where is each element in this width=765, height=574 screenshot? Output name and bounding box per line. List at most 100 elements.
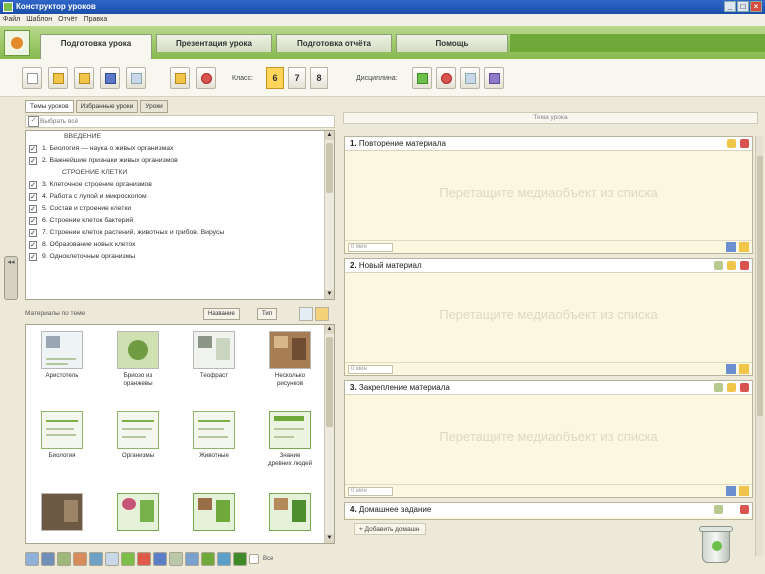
filter-tests-icon[interactable] [137, 552, 151, 566]
discipline-zoology-button[interactable] [436, 67, 456, 89]
scroll-up-icon[interactable]: ▲ [325, 131, 334, 140]
filter-sound-icon[interactable] [105, 552, 119, 566]
topic-item[interactable]: ✓ 6. Строение клеток бактерий [26, 215, 334, 227]
scroll-thumb[interactable] [326, 143, 333, 193]
view-thumbnails-icon[interactable] [315, 307, 329, 321]
new-lesson-button[interactable] [22, 67, 42, 89]
lesson-block-reinforcement[interactable]: 3. Закрепление материала Перетащите меди… [344, 380, 753, 498]
topic-item[interactable]: ✓ 3. Клеточное строение организмов [26, 179, 334, 191]
block-time-field[interactable]: 0 мин [348, 243, 393, 252]
panel-collapse-handle[interactable]: ◂◂ [4, 256, 18, 300]
filter-interactive-icon[interactable] [185, 552, 199, 566]
lesson-block-new-material[interactable]: 2. Новый материал Перетащите медиаобъект… [344, 258, 753, 376]
lesson-block-homework[interactable]: 4. Домашнее задание [344, 502, 753, 520]
topic-item[interactable]: ✓ 5. Состав и строение клетки [26, 203, 334, 215]
block-lock-icon[interactable] [727, 139, 736, 148]
material-item[interactable]: Аристотель [30, 331, 94, 380]
block-up-icon[interactable] [714, 261, 723, 270]
discipline-anatomy-button[interactable] [484, 67, 504, 89]
discipline-biology-button[interactable] [412, 67, 432, 89]
topic-item[interactable]: ✓ 2. Важнейшие признаки живых организмов [26, 155, 334, 167]
select-all-checkbox[interactable]: Выбрать всё [25, 115, 335, 128]
export-button[interactable] [170, 67, 190, 89]
filter-images-icon[interactable] [25, 552, 39, 566]
menu-file[interactable]: Файл [3, 14, 20, 26]
add-homework-button[interactable]: + Добавить домашн [354, 523, 427, 535]
topic-checkbox[interactable]: ✓ [29, 181, 37, 189]
material-item[interactable] [30, 493, 94, 534]
discipline-microbiology-button[interactable] [460, 67, 480, 89]
block-folder-icon[interactable] [739, 486, 749, 496]
print-button[interactable] [196, 67, 216, 89]
block-sound-icon[interactable] [726, 364, 736, 374]
block-time-field[interactable]: 0 мин [348, 487, 393, 496]
material-item[interactable] [106, 493, 170, 534]
view-list-icon[interactable] [299, 307, 313, 321]
maximize-button[interactable]: □ [737, 1, 749, 12]
material-item[interactable]: Организмы [106, 411, 170, 460]
save-as-button[interactable] [126, 67, 146, 89]
material-item[interactable]: Теофраст [182, 331, 246, 380]
grade-6-button[interactable]: 6 [266, 67, 284, 89]
topic-list-scrollbar[interactable]: ▲ ▼ [324, 131, 334, 299]
menu-report[interactable]: Отчёт [58, 14, 77, 26]
block-up-icon[interactable] [714, 383, 723, 392]
tab-lesson-presentation[interactable]: Презентация урока [156, 34, 272, 52]
filter-lab-icon[interactable] [233, 552, 247, 566]
block-time-field[interactable]: 0 мин [348, 365, 393, 374]
topic-item[interactable]: ✓ 1. Биология — наука о живых организмах [26, 143, 334, 155]
scroll-thumb[interactable] [757, 156, 763, 416]
topic-checkbox[interactable]: ✓ [29, 145, 37, 153]
topic-item[interactable]: ✓ 7. Строение клеток растений, животных и… [26, 227, 334, 239]
all-filter-checkbox[interactable] [249, 554, 259, 564]
filter-photos-icon[interactable] [57, 552, 71, 566]
sort-by-type-button[interactable]: Тип [257, 308, 278, 320]
material-item[interactable]: Бриозо из оранжевы [106, 331, 170, 388]
topic-item[interactable]: ✓ 4. Работа с лупой и микроскопом [26, 191, 334, 203]
topic-checkbox[interactable]: ✓ [29, 157, 37, 165]
import-button[interactable] [74, 67, 94, 89]
filter-plus-icon[interactable] [217, 552, 231, 566]
scroll-thumb[interactable] [326, 337, 333, 427]
tab-report-prep[interactable]: Подготовка отчёта [276, 34, 392, 52]
material-item[interactable]: Биология [30, 411, 94, 460]
material-item[interactable] [258, 493, 322, 534]
tab-lesson-prep[interactable]: Подготовка урока [40, 34, 152, 59]
subtab-lesson-topics[interactable]: Темы уроков [25, 100, 74, 113]
filter-maps-icon[interactable] [169, 552, 183, 566]
block-lock-icon[interactable] [727, 383, 736, 392]
material-item[interactable]: Знание древних людей [258, 411, 322, 468]
block-close-icon[interactable] [740, 261, 749, 270]
topic-checkbox[interactable]: ✓ [29, 205, 37, 213]
scroll-down-icon[interactable]: ▼ [325, 290, 334, 299]
scroll-down-icon[interactable]: ▼ [325, 534, 334, 543]
block-up-icon[interactable] [714, 505, 723, 514]
subtab-lessons[interactable]: Уроки [140, 100, 168, 113]
minimize-button[interactable]: _ [724, 1, 736, 12]
grade-8-button[interactable]: 8 [310, 67, 328, 89]
menu-edit[interactable]: Правка [84, 14, 108, 26]
topic-checkbox[interactable]: ✓ [29, 217, 37, 225]
topic-checkbox[interactable]: ✓ [29, 241, 37, 249]
sort-by-name-button[interactable]: Название [203, 308, 240, 320]
close-window-button[interactable]: × [750, 1, 762, 12]
material-item[interactable] [182, 493, 246, 534]
topic-item[interactable]: ✓ 8. Образование новых клеток [26, 239, 334, 251]
block-sound-icon[interactable] [726, 486, 736, 496]
block-close-icon[interactable] [740, 139, 749, 148]
tab-help[interactable]: Помощь [396, 34, 508, 52]
menu-template[interactable]: Шаблон [26, 14, 52, 26]
filter-tables-icon[interactable] [153, 552, 167, 566]
lesson-block-review[interactable]: 1. Повторение материала Перетащите медиа… [344, 136, 753, 254]
topic-checkbox[interactable]: ✓ [29, 253, 37, 261]
lesson-topic-field[interactable]: Тема урока [343, 112, 758, 124]
filter-video-icon[interactable] [89, 552, 103, 566]
block-close-icon[interactable] [740, 505, 749, 514]
block-folder-icon[interactable] [739, 242, 749, 252]
lesson-plan-scrollbar[interactable] [755, 136, 763, 556]
topic-item[interactable]: ✓ 9. Одноклеточные организмы [26, 251, 334, 263]
material-item[interactable]: Животные [182, 411, 246, 460]
subtab-favorite-lessons[interactable]: Избранные уроки [75, 100, 139, 113]
material-item[interactable]: Несколько рисунков [258, 331, 322, 388]
block-folder-icon[interactable] [739, 364, 749, 374]
